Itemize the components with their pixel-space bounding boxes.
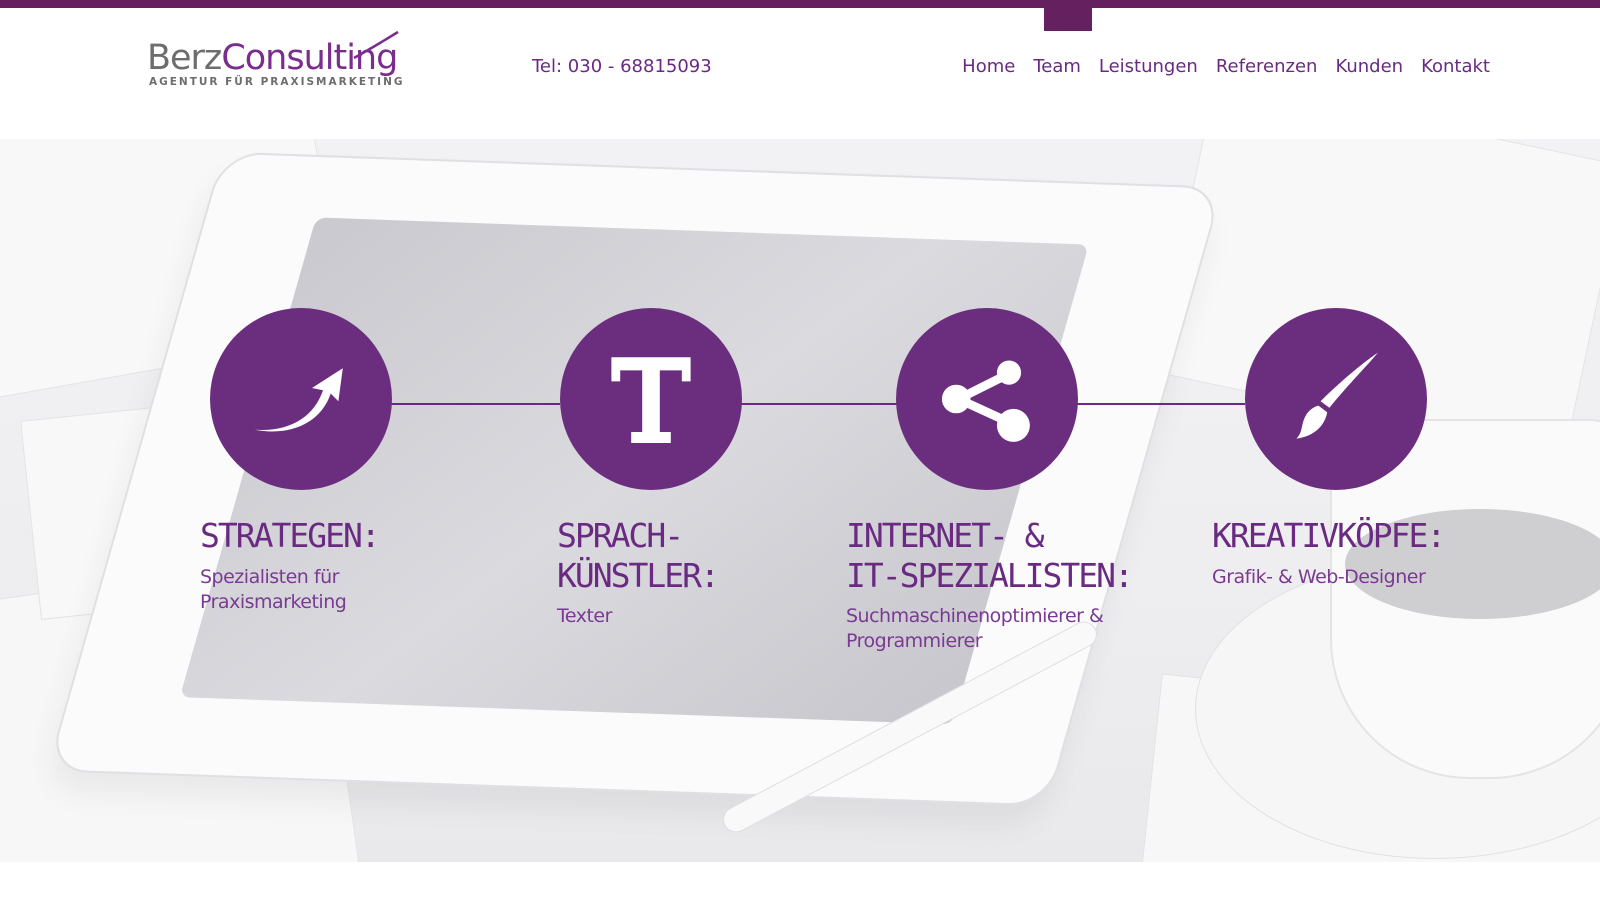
site-header: BerzConsulting AGENTUR FÜR PRAXISMARKETI… — [0, 8, 1600, 139]
feature-title-internet: INTERNET- & IT-SPEZIALISTEN: — [846, 516, 1134, 595]
hero-section: STRATEGEN: Spezialisten für Praxismarket… — [0, 139, 1600, 862]
feature-subtitle-sprachkuenstler: Texter — [557, 605, 612, 627]
logo-swoosh-icon — [353, 30, 399, 60]
nav-leistungen[interactable]: Leistungen — [1099, 56, 1198, 77]
connector-line — [1075, 403, 1245, 405]
feature-subtitle-internet: Suchmaschinenoptimierer & Programmierer — [846, 605, 1104, 652]
nav-home[interactable]: Home — [962, 56, 1015, 77]
arrow-curve-up-icon — [254, 368, 343, 432]
top-accent-bar — [0, 0, 1600, 8]
logo-berz-text: Berz — [147, 38, 222, 78]
feature-circle-kreativkoepfe[interactable] — [1245, 308, 1427, 490]
main-nav: Home Team Leistungen Referenzen Kunden K… — [962, 56, 1490, 77]
page-bottom-area — [0, 862, 1600, 916]
feature-title-kreativkoepfe: KREATIVKÖPFE: — [1212, 516, 1446, 555]
phone-number[interactable]: Tel: 030 - 68815093 — [532, 56, 712, 77]
feature-circle-strategen[interactable] — [210, 308, 392, 490]
logo-tagline: AGENTUR FÜR PRAXISMARKETING — [149, 76, 405, 88]
feature-subtitle-strategen: Spezialisten für Praxismarketing — [200, 566, 347, 613]
connector-line — [390, 403, 560, 405]
share-icon — [941, 360, 1030, 442]
text-t-icon — [611, 357, 691, 443]
nav-kunden[interactable]: Kunden — [1335, 56, 1403, 77]
nav-kontakt[interactable]: Kontakt — [1421, 56, 1490, 77]
feature-circle-internet[interactable] — [896, 308, 1078, 490]
feature-subtitle-kreativkoepfe: Grafik- & Web-Designer — [1212, 566, 1426, 588]
connector-line — [740, 403, 900, 405]
feature-title-sprachkuenstler: SPRACH- KÜNSTLER: — [557, 516, 720, 595]
feature-circle-sprachkuenstler[interactable] — [560, 308, 742, 490]
nav-team[interactable]: Team — [1033, 56, 1081, 77]
nav-referenzen[interactable]: Referenzen — [1216, 56, 1318, 77]
paintbrush-icon — [1296, 352, 1378, 439]
logo[interactable]: BerzConsulting AGENTUR FÜR PRAXISMARKETI… — [147, 30, 407, 98]
feature-title-strategen: STRATEGEN: — [200, 516, 381, 555]
active-nav-marker — [1044, 0, 1092, 31]
